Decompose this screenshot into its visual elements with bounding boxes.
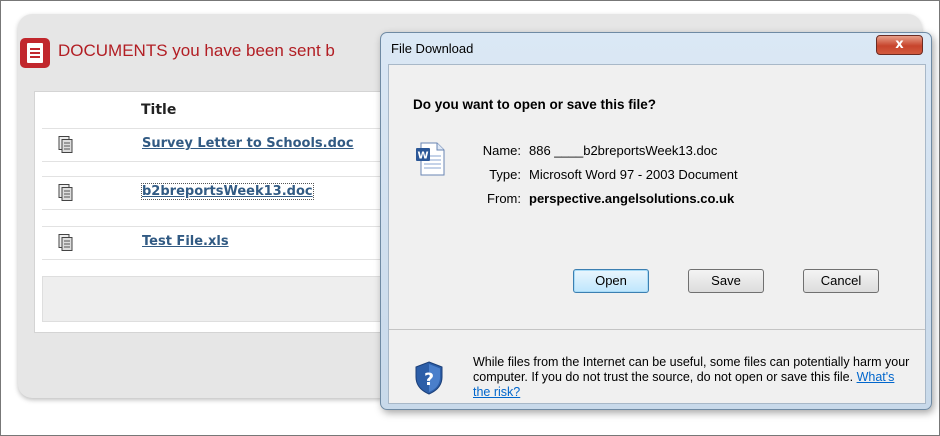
document-icon xyxy=(58,184,73,201)
list-item: b2breportsWeek13.doc xyxy=(42,176,405,210)
document-icon xyxy=(58,136,73,153)
file-download-dialog: File Download x Do you want to open or s… xyxy=(380,32,932,410)
close-button[interactable]: x xyxy=(876,35,923,55)
page-title: DOCUMENTS you have been sent b xyxy=(58,41,335,60)
word-document-icon: W xyxy=(416,142,445,176)
shield-question-icon: ? xyxy=(415,361,443,395)
dialog-title: File Download xyxy=(391,41,474,56)
list-item: Survey Letter to Schools.doc xyxy=(42,128,405,162)
list-footer xyxy=(42,276,407,322)
file-source-value: perspective.angelsolutions.co.uk xyxy=(529,191,735,206)
documents-icon xyxy=(20,38,50,68)
save-button[interactable]: Save xyxy=(688,269,764,293)
svg-text:W: W xyxy=(417,151,428,162)
dialog-question: Do you want to open or save this file? xyxy=(413,97,657,112)
document-link[interactable]: b2breportsWeek13.doc xyxy=(141,183,314,200)
type-label: Type: xyxy=(489,167,521,182)
document-link[interactable]: Survey Letter to Schools.doc xyxy=(142,136,354,151)
document-icon xyxy=(58,234,73,251)
file-type-value: Microsoft Word 97 - 2003 Document xyxy=(529,167,738,182)
title-column-header: Title xyxy=(141,102,177,118)
svg-text:?: ? xyxy=(424,370,434,390)
document-link[interactable]: Test File.xls xyxy=(142,234,229,249)
cancel-button[interactable]: Cancel xyxy=(803,269,879,293)
from-label: From: xyxy=(487,191,521,206)
name-label: Name: xyxy=(482,143,521,158)
file-name-value: 886 ____b2breportsWeek13.doc xyxy=(529,143,718,158)
open-button[interactable]: Open xyxy=(573,269,649,293)
warning-text: While files from the Internet can be use… xyxy=(473,355,913,400)
list-item: Test File.xls xyxy=(42,226,405,260)
dialog-body: Do you want to open or save this file? W… xyxy=(388,64,926,404)
warning-message: While files from the Internet can be use… xyxy=(473,355,910,384)
documents-list: Title Survey Letter to Schools.doc b2bre… xyxy=(34,91,407,333)
